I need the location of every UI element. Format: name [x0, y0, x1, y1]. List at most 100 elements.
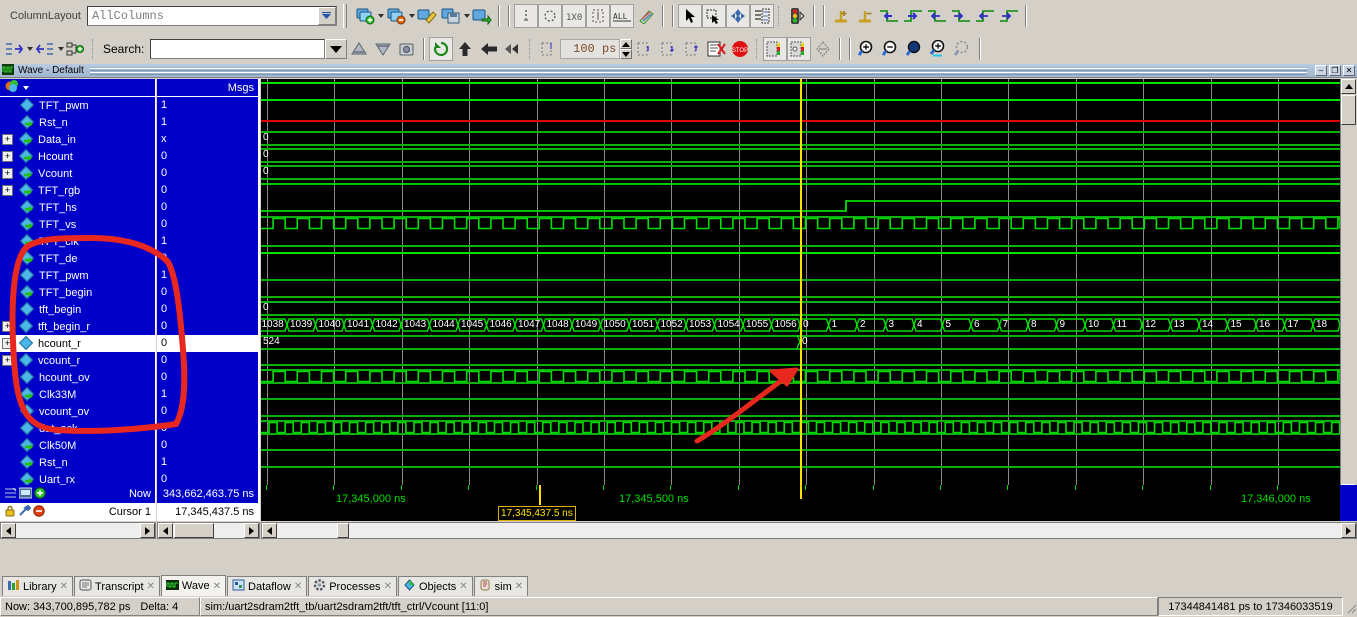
- pan-mode-icon[interactable]: [725, 4, 750, 28]
- insert-cursor-icon[interactable]: [829, 4, 853, 28]
- expand-icon[interactable]: +: [2, 338, 13, 349]
- wave-vertical-scrollbar[interactable]: [1340, 79, 1357, 499]
- tab-library[interactable]: Library ✕: [2, 576, 74, 596]
- expand-icon[interactable]: +: [2, 151, 13, 162]
- chevron-down-icon[interactable]: [317, 7, 336, 25]
- open-wave-icon[interactable]: [470, 4, 494, 28]
- minimize-button[interactable]: –: [1315, 65, 1327, 76]
- expand-icon[interactable]: +: [2, 321, 13, 332]
- signal-row[interactable]: TFT_de: [0, 250, 155, 267]
- save-wave-icon[interactable]: [439, 4, 463, 28]
- search-next-icon[interactable]: [371, 37, 395, 61]
- tab-wave[interactable]: Wave ✕: [160, 575, 227, 596]
- wave-view-icon[interactable]: [18, 487, 33, 502]
- signal-row[interactable]: + Data_in: [0, 131, 155, 148]
- zoom-full-icon[interactable]: [903, 37, 927, 61]
- add-wave-icon[interactable]: [353, 4, 377, 28]
- radix-icon[interactable]: 1X0: [561, 4, 586, 28]
- tab-objects[interactable]: Objects ✕: [397, 576, 473, 596]
- expand-all-icon[interactable]: [4, 487, 17, 502]
- tab-close-icon[interactable]: ✕: [294, 581, 302, 592]
- prev-rising-icon[interactable]: [973, 4, 997, 28]
- prev-transition-icon[interactable]: [877, 4, 901, 28]
- signal-row[interactable]: TFT_pwm: [0, 97, 155, 114]
- signal-name-pane[interactable]: TFT_pwm Rst_n + Data_in + Hcount + Vcount + TFT_r…: [0, 79, 156, 499]
- restart-icon[interactable]: [429, 37, 454, 61]
- expand-icon[interactable]: +: [2, 185, 13, 196]
- expand-icon[interactable]: +: [2, 134, 13, 145]
- names-scroll-right[interactable]: [140, 523, 155, 538]
- step-out-icon[interactable]: [680, 37, 704, 61]
- names-hscrollbar[interactable]: [0, 522, 156, 539]
- close-button[interactable]: ✕: [1343, 65, 1355, 76]
- all-icon[interactable]: ALL: [609, 4, 634, 28]
- signal-row[interactable]: + tft_begin_r: [0, 318, 155, 335]
- signal-row[interactable]: Clk50M: [0, 437, 155, 454]
- properties-icon[interactable]: [749, 4, 774, 28]
- signal-row[interactable]: dat_ack: [0, 420, 155, 437]
- signal-row[interactable]: + Vcount: [0, 165, 155, 182]
- edit-wave-icon[interactable]: [415, 4, 439, 28]
- traffic-light-icon[interactable]: [785, 4, 809, 28]
- tab-close-icon[interactable]: ✕: [384, 581, 392, 592]
- run-back-icon[interactable]: [477, 37, 501, 61]
- tab-close-icon[interactable]: ✕: [60, 581, 68, 592]
- signal-row[interactable]: TFT_vs: [0, 216, 155, 233]
- signal-row[interactable]: + hcount_r: [0, 335, 155, 352]
- wave-hscrollbar[interactable]: [261, 522, 1357, 539]
- resize-grip-icon[interactable]: [1343, 600, 1357, 614]
- delete-cursor-icon[interactable]: [853, 4, 877, 28]
- zoom-range-icon[interactable]: [951, 37, 975, 61]
- wave-compare2-icon[interactable]: [787, 37, 812, 61]
- tab-close-icon[interactable]: ✕: [459, 581, 467, 592]
- step-into-icon[interactable]: [656, 37, 680, 61]
- run-length-value[interactable]: 100 ps: [560, 39, 621, 59]
- run-length-stepper[interactable]: [620, 39, 633, 59]
- signal-row[interactable]: TFT_hs: [0, 199, 155, 216]
- add-marker-icon[interactable]: [34, 486, 46, 502]
- values-scroll-right[interactable]: [244, 523, 259, 538]
- wave-merge-icon[interactable]: [811, 37, 835, 61]
- scroll-thumb-vertical[interactable]: [1341, 95, 1356, 125]
- remove-wave-icon[interactable]: [384, 4, 408, 28]
- signal-row[interactable]: hcount_ov: [0, 369, 155, 386]
- signal-value-pane[interactable]: Msgs 11x00000101000000100010: [157, 79, 260, 499]
- select-mode-icon[interactable]: [677, 4, 702, 28]
- signal-row[interactable]: Rst_n: [0, 114, 155, 131]
- next-transition-icon[interactable]: [901, 4, 925, 28]
- lock-icon[interactable]: [4, 505, 16, 520]
- select-region-icon[interactable]: [585, 4, 610, 28]
- tab-transcript[interactable]: Transcript ✕: [74, 576, 160, 596]
- run-all-icon[interactable]: [453, 37, 477, 61]
- break-icon[interactable]: [704, 37, 728, 61]
- next-falling-icon[interactable]: [949, 4, 973, 28]
- cursor-info-icon[interactable]: [513, 4, 538, 28]
- stop-icon[interactable]: STOP: [728, 37, 752, 61]
- prev-falling-icon[interactable]: [925, 4, 949, 28]
- circle-icon[interactable]: [537, 4, 562, 28]
- zoom-in-icon[interactable]: [855, 37, 879, 61]
- signal-row[interactable]: + TFT_rgb: [0, 182, 155, 199]
- zoom-out-icon[interactable]: [879, 37, 903, 61]
- wave-palette-icon[interactable]: [4, 79, 22, 96]
- search-input[interactable]: [150, 39, 326, 59]
- tab-dataflow[interactable]: Dataflow ✕: [227, 576, 308, 596]
- step-over-icon[interactable]: [632, 37, 656, 61]
- signal-row[interactable]: + vcount_r: [0, 352, 155, 369]
- search-options-icon[interactable]: [395, 37, 419, 61]
- zoom-cursor-icon[interactable]: [927, 37, 951, 61]
- wave-scroll-left[interactable]: [262, 523, 277, 538]
- step-icon[interactable]: [536, 37, 560, 61]
- restore-button[interactable]: ❐: [1329, 65, 1341, 76]
- wave-scroll-thumb[interactable]: [337, 523, 349, 538]
- palette-dropdown-icon[interactable]: [23, 85, 29, 90]
- tab-processes[interactable]: Processes ✕: [308, 576, 397, 596]
- waveform-canvas[interactable]: 0 0 0 0 1038 1039 1040 1041 1042 1043 1044 1045 1046…: [261, 79, 1340, 499]
- signal-row[interactable]: TFT_begin: [0, 284, 155, 301]
- search-prev-icon[interactable]: [347, 37, 371, 61]
- wave-collapse-icon[interactable]: [33, 37, 57, 61]
- tab-close-icon[interactable]: ✕: [147, 581, 155, 592]
- signal-row[interactable]: TFT_pwm: [0, 267, 155, 284]
- wave-expand-icon[interactable]: [2, 37, 26, 61]
- values-scroll-thumb[interactable]: [174, 523, 214, 538]
